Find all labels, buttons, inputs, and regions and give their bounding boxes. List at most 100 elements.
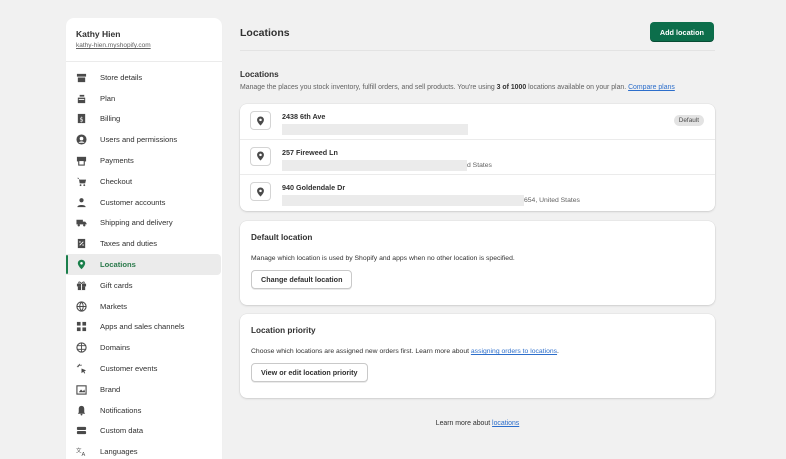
priority-text: Choose which locations are assigned new …: [251, 348, 471, 356]
sidebar-item-label: Checkout: [100, 176, 133, 186]
sidebar-item-users[interactable]: Users and permissions: [66, 129, 221, 150]
location-row[interactable]: 2438 6th Ave Default: [240, 104, 715, 140]
sidebar-item-customer-events[interactable]: Customer events: [66, 358, 221, 379]
sidebar-item-label: Notifications: [100, 405, 142, 415]
store-icon: [75, 71, 87, 83]
sidebar-item-label: Customer events: [100, 364, 158, 374]
sidebar-item-label: Plan: [100, 93, 116, 103]
globe-icon: [75, 300, 87, 312]
usage-count: 3 of 1000: [496, 84, 527, 91]
default-location-title: Default location: [251, 233, 313, 243]
translate-icon: 文A: [75, 446, 87, 458]
sidebar-item-shipping[interactable]: Shipping and delivery: [66, 213, 221, 234]
locations-section-description: Manage the places you stock inventory, f…: [240, 83, 712, 93]
database-icon: [75, 425, 87, 437]
bell-icon: [75, 404, 87, 416]
sidebar-item-locations[interactable]: Locations: [66, 254, 221, 275]
store-name: Kathy Hien: [76, 29, 121, 39]
location-address: 654, United States: [282, 195, 580, 207]
footer-text: Learn more about: [435, 420, 493, 428]
sidebar-item-label: Taxes and duties: [100, 239, 157, 249]
edit-location-priority-button[interactable]: View or edit location priority: [251, 363, 368, 383]
add-location-button[interactable]: Add location: [649, 22, 714, 42]
sidebar-item-apps[interactable]: Apps and sales channels: [66, 317, 221, 338]
desc-text-after: locations available on your plan.: [526, 84, 629, 91]
locations-help-link[interactable]: locations: [492, 420, 519, 427]
page-header: Locations Add location: [240, 18, 715, 51]
billing-icon: $: [75, 113, 87, 125]
page-title: Locations: [240, 26, 290, 39]
sidebar-item-label: Users and permissions: [100, 135, 178, 145]
sidebar-item-label: Markets: [100, 301, 128, 311]
sidebar-item-label: Languages: [100, 447, 138, 457]
sidebar-item-gift-cards[interactable]: Gift cards: [66, 275, 221, 296]
user-icon: [75, 134, 87, 146]
default-location-text: Manage which location is used by Shopify…: [251, 255, 515, 263]
gift-icon: [75, 279, 87, 291]
store-header[interactable]: Kathy Hien kathy-hien.myshopify.com: [66, 18, 222, 62]
location-row[interactable]: 257 Fireweed Ln d States: [240, 140, 715, 176]
location-priority-card: Location priority Choose which locations…: [240, 314, 715, 399]
tax-icon: [75, 238, 87, 250]
location-row[interactable]: 940 Goldendale Dr 654, United States: [240, 175, 715, 211]
sidebar-item-label: Brand: [100, 384, 121, 394]
sidebar-item-brand[interactable]: Brand: [66, 379, 221, 400]
brand-icon: [75, 383, 87, 395]
store-url-link[interactable]: kathy-hien.myshopify.com: [76, 42, 212, 49]
default-location-card: Default location Manage which location i…: [240, 221, 715, 306]
cart-icon: [75, 175, 87, 187]
sidebar-item-payments[interactable]: Payments: [66, 150, 221, 171]
change-default-location-button[interactable]: Change default location: [251, 270, 353, 290]
redacted-address: [282, 195, 524, 207]
location-priority-title: Location priority: [251, 326, 316, 336]
settings-sidebar: Kathy Hien kathy-hien.myshopify.com Stor…: [66, 18, 222, 459]
sidebar-item-label: Gift cards: [100, 280, 133, 290]
location-name: 2438 6th Ave: [282, 112, 326, 121]
sidebar-item-label: Customer accounts: [100, 197, 166, 207]
person-icon: [75, 196, 87, 208]
plan-icon: [75, 92, 87, 104]
sidebar-item-notifications[interactable]: Notifications: [66, 400, 221, 421]
truck-icon: [75, 217, 87, 229]
svg-text:A: A: [81, 452, 85, 457]
apps-icon: [75, 321, 87, 333]
sidebar-item-label: Billing: [100, 114, 121, 124]
location-name: 257 Fireweed Ln: [282, 147, 338, 157]
payments-icon: [75, 155, 87, 167]
address-tail: d States: [467, 161, 492, 169]
footer-help: Learn more about locations: [240, 420, 715, 427]
sidebar-item-billing[interactable]: $ Billing: [66, 109, 221, 130]
sidebar-item-plan[interactable]: Plan: [66, 88, 221, 109]
sidebar-item-label: Payments: [100, 156, 134, 166]
redacted-address: [282, 159, 467, 171]
location-pin-icon: [75, 259, 87, 271]
location-address: d States: [282, 159, 492, 171]
compare-plans-link[interactable]: Compare plans: [628, 84, 675, 91]
sidebar-item-taxes[interactable]: Taxes and duties: [66, 233, 221, 254]
sidebar-item-label: Shipping and delivery: [100, 218, 173, 228]
locations-list-card: 2438 6th Ave Default 257 Fireweed Ln d S…: [240, 104, 715, 212]
redacted-address: [282, 124, 468, 135]
domain-globe-icon: [75, 342, 87, 354]
cursor-icon: [75, 363, 87, 375]
sidebar-item-store-details[interactable]: Store details: [66, 67, 221, 88]
sidebar-item-custom-data[interactable]: Custom data: [66, 421, 221, 442]
location-pin-icon: [250, 111, 271, 130]
sidebar-item-customer-accounts[interactable]: Customer accounts: [66, 192, 221, 213]
default-badge: Default: [673, 115, 704, 126]
sidebar-item-markets[interactable]: Markets: [66, 296, 221, 317]
location-address: [282, 124, 468, 135]
sidebar-item-checkout[interactable]: Checkout: [66, 171, 221, 192]
main-content: Locations Add location Locations Manage …: [240, 18, 715, 427]
location-pin-icon: [250, 182, 271, 202]
sidebar-item-label: Custom data: [100, 426, 144, 436]
settings-nav: Store details Plan $ Billing Users and p…: [66, 62, 222, 459]
sidebar-item-label: Store details: [100, 72, 143, 82]
sidebar-item-domains[interactable]: Domains: [66, 337, 221, 358]
svg-text:$: $: [79, 116, 83, 124]
assigning-orders-link[interactable]: assigning orders to locations: [471, 348, 557, 355]
sidebar-item-label: Apps and sales channels: [100, 322, 185, 332]
sidebar-item-label: Domains: [100, 343, 130, 353]
location-name: 940 Goldendale Dr: [282, 183, 346, 193]
sidebar-item-languages[interactable]: 文A Languages: [66, 441, 221, 459]
